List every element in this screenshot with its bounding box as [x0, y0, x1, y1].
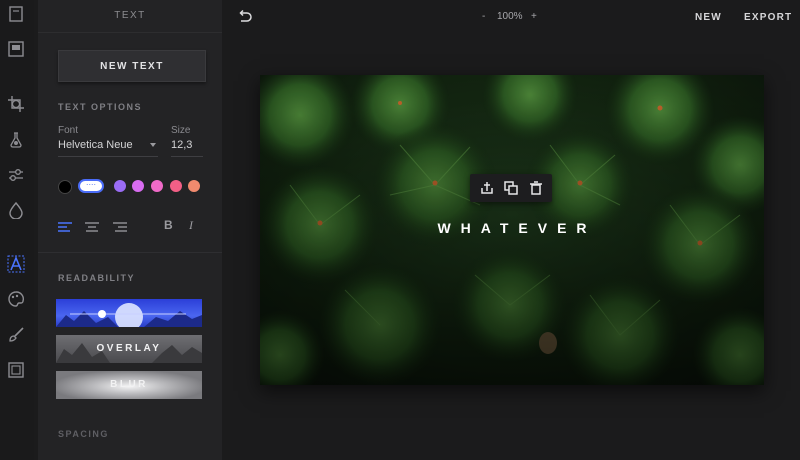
preset-blur-label: BLUR	[110, 379, 148, 390]
crop-icon[interactable]	[7, 95, 25, 113]
new-text-button[interactable]: NEW TEXT	[58, 50, 206, 82]
sliders-icon[interactable]	[7, 166, 25, 184]
trash-icon[interactable]	[529, 181, 543, 195]
readability-preset-blur[interactable]: BLUR	[56, 371, 202, 399]
image-icon[interactable]	[7, 40, 25, 58]
duplicate-icon[interactable]	[504, 181, 518, 195]
readability-preset-contrast[interactable]	[56, 299, 202, 327]
color-swatch-coral[interactable]	[188, 180, 200, 192]
color-swatch-pink[interactable]	[151, 180, 163, 192]
swatch-dots: ....	[85, 177, 96, 187]
font-underline	[58, 156, 158, 157]
align-left-icon[interactable]	[58, 219, 72, 232]
undo-icon[interactable]	[237, 9, 253, 25]
color-swatch-black[interactable]	[58, 180, 72, 194]
frame-icon[interactable]	[7, 361, 25, 379]
spacing-heading: SPACING	[58, 429, 109, 439]
text-icon[interactable]	[7, 255, 25, 273]
color-swatch-violet[interactable]	[114, 180, 126, 192]
size-input[interactable]: 12,3	[171, 139, 192, 151]
align-right-icon[interactable]	[113, 219, 127, 232]
bold-button[interactable]: B	[164, 218, 173, 232]
font-select[interactable]: Helvetica Neue	[58, 139, 133, 151]
readability-heading: READABILITY	[58, 273, 135, 283]
preset-overlay-label: OVERLAY	[96, 343, 162, 354]
text-panel: TEXT NEW TEXT TEXT OPTIONS Font Helvetic…	[38, 0, 222, 460]
export-button[interactable]: EXPORT	[744, 12, 792, 23]
new-button[interactable]: NEW	[695, 12, 722, 23]
text-options-heading: TEXT OPTIONS	[58, 102, 143, 112]
text-toolbar	[470, 174, 552, 202]
section-divider	[38, 252, 222, 253]
zoom-level: 100%	[497, 11, 523, 22]
align-center-icon[interactable]	[85, 219, 99, 232]
font-label: Font	[58, 125, 79, 136]
size-label: Size	[171, 125, 191, 136]
italic-button[interactable]: I	[189, 218, 193, 233]
zoom-in-button[interactable]: +	[531, 11, 537, 22]
color-swatch-white-selected[interactable]: ....	[78, 177, 104, 193]
panel-title: TEXT	[38, 0, 222, 33]
color-swatch-rose[interactable]	[170, 180, 182, 192]
color-swatch-magenta[interactable]	[132, 180, 144, 192]
tool-rail	[0, 0, 34, 460]
zoom-out-button[interactable]: -	[482, 11, 485, 22]
document-icon[interactable]	[7, 5, 25, 23]
preset-label	[56, 299, 202, 327]
size-underline	[171, 156, 203, 157]
readability-preset-overlay[interactable]: OVERLAY	[56, 335, 202, 363]
drop-icon[interactable]	[7, 201, 25, 219]
chevron-down-icon[interactable]	[150, 143, 156, 147]
canvas-text[interactable]: WHATEVER	[260, 220, 764, 236]
flask-icon[interactable]	[7, 131, 25, 149]
brush-icon[interactable]	[7, 326, 25, 344]
anchor-icon[interactable]	[480, 181, 494, 195]
palette-icon[interactable]	[7, 290, 25, 308]
